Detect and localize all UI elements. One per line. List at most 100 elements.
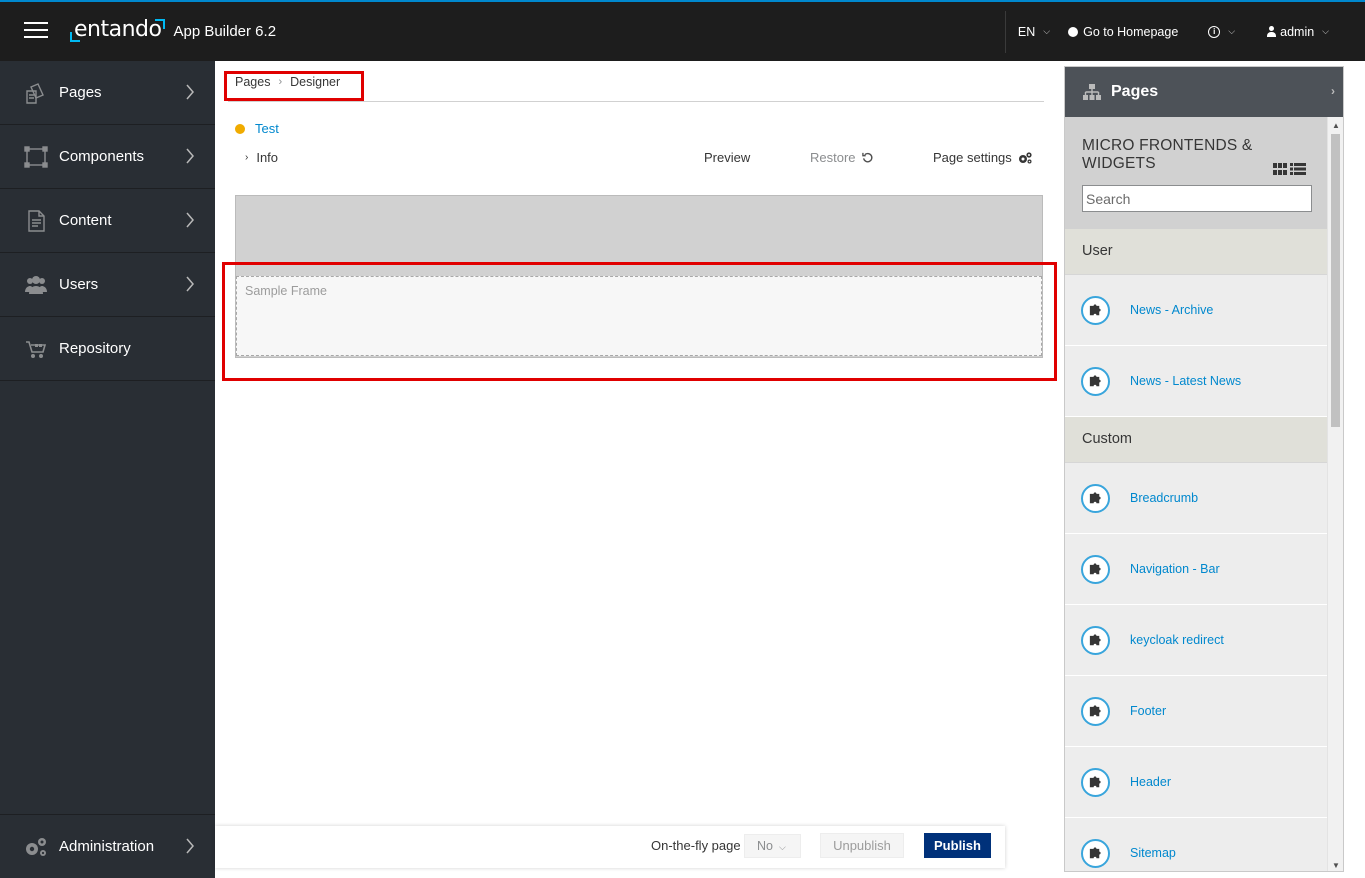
brand[interactable]: entando App Builder 6.2 [69,17,277,47]
top-navbar: entando App Builder 6.2 EN ⌵ Go to Homep… [0,0,1365,61]
chevron-right-icon [186,838,194,854]
widget-item-label: Header [1130,775,1171,789]
puzzle-icon [1081,625,1110,655]
widget-item[interactable]: Header [1065,747,1328,818]
grid-view-icon[interactable] [1273,163,1288,175]
user-icon [1267,26,1277,37]
puzzle-icon [1081,554,1110,584]
components-icon [24,145,48,168]
widget-item-label: News - Archive [1130,303,1214,317]
entando-logo: entando [69,17,166,42]
restore-label: Restore [810,150,856,165]
publish-button[interactable]: Publish [924,833,991,858]
users-icon [25,275,47,294]
chevron-right-icon [186,148,194,164]
info-icon: i [1208,25,1221,38]
app-name: App Builder 6.2 [173,23,277,40]
widget-item[interactable]: Breadcrumb [1065,463,1328,534]
restore-button[interactable]: Restore [810,150,873,165]
pages-icon [26,82,44,104]
unpublish-button[interactable]: Unpublish [820,833,904,858]
globe-icon [1068,26,1079,37]
chevron-down-icon: ⌵ [1228,26,1236,36]
widget-section-custom: Custom [1065,417,1328,463]
homepage-link-label: Go to Homepage [1083,24,1179,39]
breadcrumb-highlight-box [224,71,364,101]
sidebar-item-components[interactable]: Components [0,125,215,189]
sidebar-item-label: Components [59,148,145,165]
widget-item-label: keycloak redirect [1130,633,1224,647]
breadcrumb-divider [228,101,1044,102]
page-actions-bar: On-the-fly page No ⌵ Unpublish Publish [215,826,1005,868]
hamburger-menu-icon[interactable] [24,22,48,40]
panel-title: Pages [1111,83,1159,100]
repository-icon [26,340,47,358]
sidebar-item-pages[interactable]: Pages [0,61,215,125]
scroll-up-icon[interactable]: ▲ [1332,121,1340,130]
user-dropdown[interactable]: admin ⌵ [1247,25,1365,39]
language-dropdown[interactable]: EN ⌵ [1006,25,1062,39]
chevron-down-icon: ⌵ [778,842,786,852]
preview-button[interactable]: Preview [704,150,750,165]
chevron-right-icon: › [245,152,249,163]
gears-icon [1018,151,1032,163]
widget-item-label: Navigation - Bar [1130,562,1220,576]
widget-item-label: Footer [1130,704,1167,718]
info-dropdown[interactable]: i ⌵ [1190,25,1247,38]
list-view-icon[interactable] [1290,163,1306,175]
preview-label: Preview [704,150,751,165]
sidebar: Pages Components Content Users Repositor… [0,61,215,878]
widget-item-label: Sitemap [1130,846,1176,860]
puzzle-icon [1081,295,1110,325]
info-label: Info [256,150,279,165]
sidebar-item-label: Administration [59,838,155,855]
frame-highlight-box [222,262,1057,381]
widget-item[interactable]: News - Latest News [1065,346,1328,417]
language-label: EN [1017,24,1036,39]
onthefly-select[interactable]: No ⌵ [744,834,801,858]
page-name-link[interactable]: Test [255,121,279,136]
puzzle-icon [1081,767,1110,797]
panel-scrollbar[interactable]: ▲ ▼ [1327,117,1343,871]
scrollbar-thumb[interactable] [1331,134,1340,427]
chevron-down-icon: ⌵ [1322,26,1329,36]
chevron-down-icon: ⌵ [1043,26,1051,36]
puzzle-icon [1081,838,1110,868]
widget-item[interactable]: keycloak redirect [1065,605,1328,676]
puzzle-icon [1081,483,1110,513]
widget-item[interactable]: Footer [1065,676,1328,747]
widget-item[interactable]: Sitemap [1065,818,1328,871]
sidebar-item-label: Pages [59,84,102,101]
widget-item-label: Breadcrumb [1130,491,1199,505]
username: admin [1280,24,1315,39]
info-toggle[interactable]: › Info [245,150,278,165]
puzzle-icon [1081,366,1110,396]
sidebar-item-repository[interactable]: Repository [0,317,215,381]
sidebar-item-users[interactable]: Users [0,253,215,317]
widgets-header: MICRO FRONTENDS & WIDGETS [1065,117,1328,229]
page-settings-label: Page settings [933,150,1012,165]
chevron-right-icon [186,84,194,100]
homepage-link[interactable]: Go to Homepage [1062,25,1190,39]
chevron-right-icon [186,212,194,228]
sidebar-item-label: Repository [59,340,131,357]
gears-icon [26,837,46,856]
sidebar-item-content[interactable]: Content [0,189,215,253]
chevron-right-icon [186,276,194,292]
chevron-right-icon: › [1331,84,1335,98]
page-settings-button[interactable]: Page settings [933,150,1032,165]
page-status-dot [235,124,245,134]
widget-item[interactable]: News - Archive [1065,275,1328,346]
view-toggle [1273,163,1306,175]
puzzle-icon [1081,696,1110,726]
widget-item[interactable]: Navigation - Bar [1065,534,1328,605]
sidebar-item-label: Content [59,212,112,229]
sidebar-item-label: Users [59,276,99,293]
scroll-down-icon[interactable]: ▼ [1332,861,1340,870]
panel-header-pages[interactable]: Pages › [1065,67,1343,117]
widgets-panel: Pages › MICRO FRONTENDS & WIDGETS User N… [1064,66,1344,872]
sidebar-item-administration[interactable]: Administration [0,814,215,878]
widget-search-input[interactable] [1082,185,1312,212]
sitemap-icon [1083,84,1101,100]
widget-item-label: News - Latest News [1130,374,1242,388]
